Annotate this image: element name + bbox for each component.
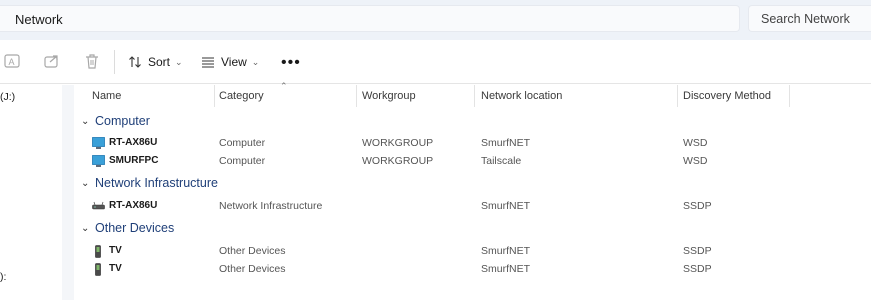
column-network-location[interactable]: Network location [481, 90, 562, 102]
item-discovery-method: SSDP [683, 245, 712, 257]
file-list: Name ⌃ Category Workgroup Network locati… [74, 81, 871, 300]
chevron-down-icon: ⌄ [81, 222, 90, 234]
column-divider[interactable] [474, 85, 475, 107]
item-network-location: SmurfNET [481, 137, 531, 149]
monitor-icon [92, 137, 105, 149]
item-network-location: SmurfNET [481, 245, 531, 257]
item-name: TV [109, 263, 122, 274]
table-row[interactable]: TV Other Devices SmurfNET SSDP [74, 243, 871, 261]
column-category[interactable]: Category [219, 90, 264, 102]
item-name: TV [109, 245, 122, 256]
table-row[interactable]: RT-AX86U Network Infrastructure SmurfNET… [74, 198, 871, 216]
address-bar[interactable]: Network [0, 5, 740, 32]
chevron-down-icon: ⌄ [251, 56, 260, 67]
more-options-button[interactable]: ••• [281, 54, 301, 72]
column-header-row: Name ⌃ Category Workgroup Network locati… [74, 81, 871, 109]
item-category: Computer [219, 137, 266, 149]
share-icon[interactable] [43, 52, 61, 70]
table-row[interactable]: TV Other Devices SmurfNET SSDP [74, 261, 871, 279]
chevron-down-icon: ⌄ [175, 56, 183, 67]
column-divider[interactable] [677, 85, 678, 107]
view-button[interactable]: View ⌄ [201, 51, 259, 73]
chevron-down-icon: ⌄ [81, 177, 90, 189]
column-divider[interactable] [789, 85, 790, 107]
group-header-computer[interactable]: ⌄ Computer [81, 114, 150, 128]
address-location: Network [15, 12, 63, 27]
chevron-down-icon: ⌄ [81, 115, 90, 127]
item-discovery-method: WSD [683, 155, 708, 167]
item-name: RT-AX86U [109, 137, 158, 148]
nav-item-drive[interactable]: (J:) [0, 91, 15, 103]
address-bar-region: Network Search Network [0, 0, 871, 40]
group-label: Computer [95, 114, 150, 128]
column-workgroup[interactable]: Workgroup [362, 90, 416, 102]
command-bar: A Sort ⌄ View ⌄ ••• [0, 40, 871, 84]
group-label: Other Devices [95, 221, 175, 235]
table-row[interactable]: SMURFPC Computer WORKGROUP Tailscale WSD [74, 153, 871, 171]
column-name[interactable]: Name [92, 90, 121, 102]
view-icon [202, 57, 214, 68]
item-category: Other Devices [219, 245, 286, 257]
nav-item-drive[interactable]: ): [0, 271, 6, 283]
device-icon [95, 245, 101, 258]
column-discovery-method[interactable]: Discovery Method [683, 90, 771, 102]
navigation-pane: (J:) ): [0, 85, 62, 300]
sort-icon [129, 56, 141, 68]
item-network-location: Tailscale [481, 155, 522, 167]
column-divider[interactable] [214, 85, 215, 107]
item-name: SMURFPC [109, 155, 159, 166]
group-header-other-devices[interactable]: ⌄ Other Devices [81, 221, 174, 235]
item-workgroup: WORKGROUP [362, 137, 434, 149]
column-divider[interactable] [356, 85, 357, 107]
item-category: Computer [219, 155, 266, 167]
view-label: View [221, 55, 247, 69]
svg-text:A: A [9, 57, 15, 67]
item-discovery-method: SSDP [683, 263, 712, 275]
item-network-location: SmurfNET [481, 263, 531, 275]
group-header-network-infrastructure[interactable]: ⌄ Network Infrastructure [81, 176, 218, 190]
group-label: Network Infrastructure [95, 176, 218, 190]
item-name: RT-AX86U [109, 200, 158, 211]
item-discovery-method: WSD [683, 137, 708, 149]
search-box[interactable]: Search Network [748, 5, 871, 32]
sort-button[interactable]: Sort ⌄ [128, 51, 183, 73]
item-network-location: SmurfNET [481, 200, 531, 212]
rename-icon[interactable]: A [3, 52, 21, 70]
search-input[interactable]: Search Network [761, 12, 850, 26]
device-icon [95, 263, 101, 276]
item-workgroup: WORKGROUP [362, 155, 434, 167]
sort-indicator-icon: ⌃ [280, 81, 288, 91]
delete-icon[interactable] [83, 52, 101, 70]
sort-label: Sort [148, 55, 171, 69]
router-icon [92, 201, 105, 210]
pane-splitter[interactable] [62, 85, 74, 300]
item-category: Network Infrastructure [219, 200, 323, 212]
table-row[interactable]: RT-AX86U Computer WORKGROUP SmurfNET WSD [74, 135, 871, 153]
monitor-icon [92, 155, 105, 167]
toolbar-divider [114, 50, 115, 74]
item-discovery-method: SSDP [683, 200, 712, 212]
item-category: Other Devices [219, 263, 286, 275]
